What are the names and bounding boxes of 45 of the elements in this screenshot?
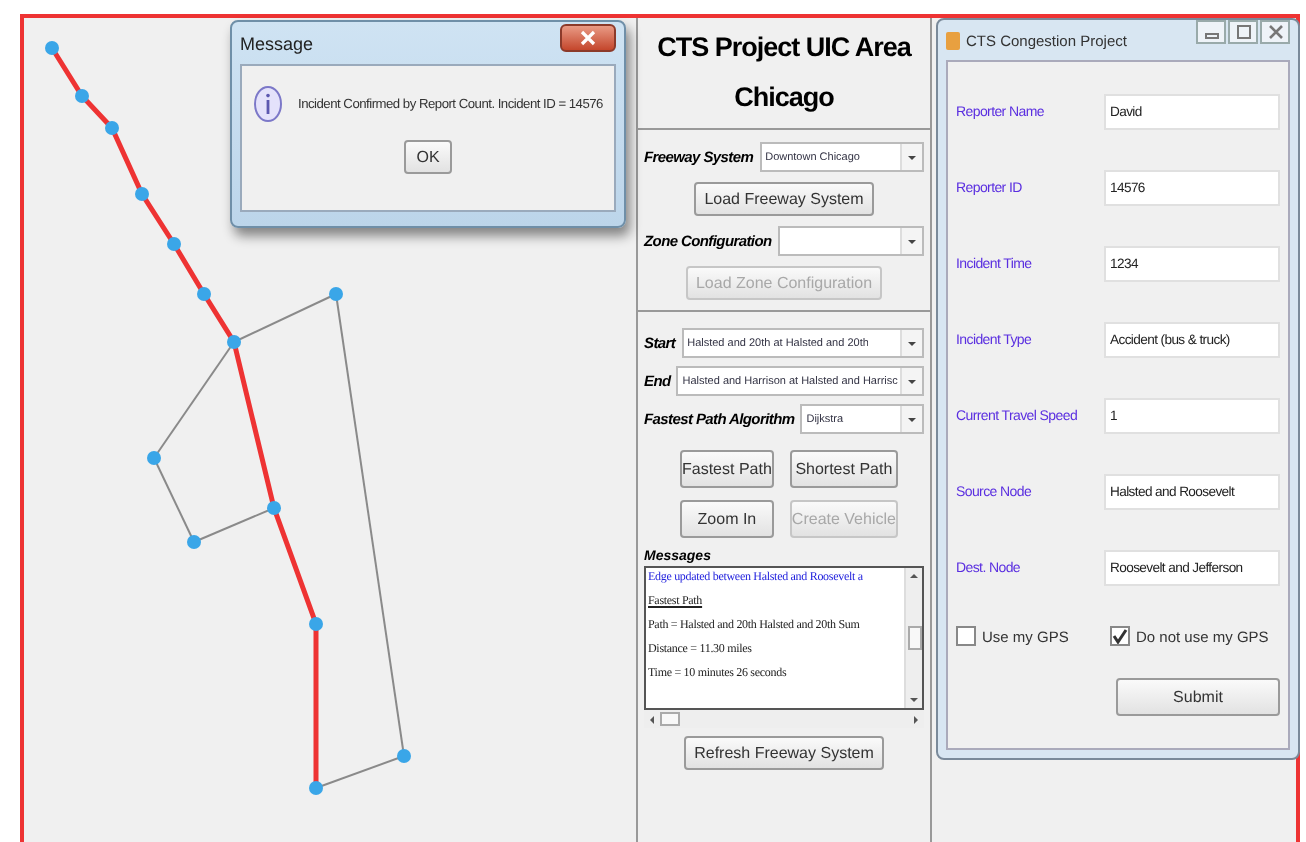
button: Create Vehicle — [789, 500, 898, 538]
scroll-down-icon — [910, 698, 918, 702]
node-marker — [167, 237, 181, 251]
dialog-title: Message — [240, 33, 314, 53]
node-marker — [147, 451, 161, 465]
close-button[interactable] — [560, 23, 616, 51]
button[interactable]: Load Freeway System — [694, 182, 874, 216]
refresh-button[interactable]: Refresh Freeway System — [684, 736, 884, 770]
node-marker — [135, 187, 149, 201]
ok-button[interactable]: OK — [404, 140, 452, 174]
vertical-scrollbar[interactable] — [904, 568, 922, 708]
minimize-button[interactable] — [1196, 20, 1226, 44]
scroll-thumb[interactable] — [660, 712, 680, 726]
node-marker — [197, 287, 211, 301]
scroll-up-icon — [910, 574, 918, 578]
scroll-right-icon — [914, 715, 918, 723]
app-icon — [946, 31, 960, 49]
close-icon — [1267, 24, 1283, 40]
button[interactable]: Zoom In — [680, 500, 774, 538]
node-marker — [227, 335, 241, 349]
node-marker — [75, 89, 89, 103]
close-button[interactable] — [1260, 20, 1290, 44]
horizontal-scrollbar[interactable] — [644, 710, 924, 728]
maximize-button[interactable] — [1228, 20, 1258, 44]
checkbox[interactable] — [956, 626, 976, 646]
node-marker — [267, 501, 281, 515]
checkbox[interactable] — [1110, 626, 1130, 646]
submit-button[interactable]: Submit — [1116, 678, 1280, 716]
node-marker — [45, 41, 59, 55]
node-marker — [187, 535, 201, 549]
close-icon — [580, 29, 596, 45]
button[interactable]: Fastest Path — [680, 450, 774, 488]
node-marker — [397, 749, 411, 763]
maximize-icon — [1235, 24, 1251, 40]
panel-title: CTS Project UIC Area Chicago — [638, 18, 930, 130]
node-marker — [329, 287, 343, 301]
scroll-left-icon — [650, 715, 654, 723]
button[interactable]: Shortest Path — [789, 450, 898, 488]
scroll-thumb[interactable] — [907, 626, 921, 650]
info-icon — [254, 86, 282, 122]
dropdown[interactable] — [777, 226, 924, 256]
node-marker — [105, 121, 119, 135]
button: Load Zone Configuration — [685, 266, 883, 300]
node-marker — [309, 617, 323, 631]
node-marker — [309, 781, 323, 795]
